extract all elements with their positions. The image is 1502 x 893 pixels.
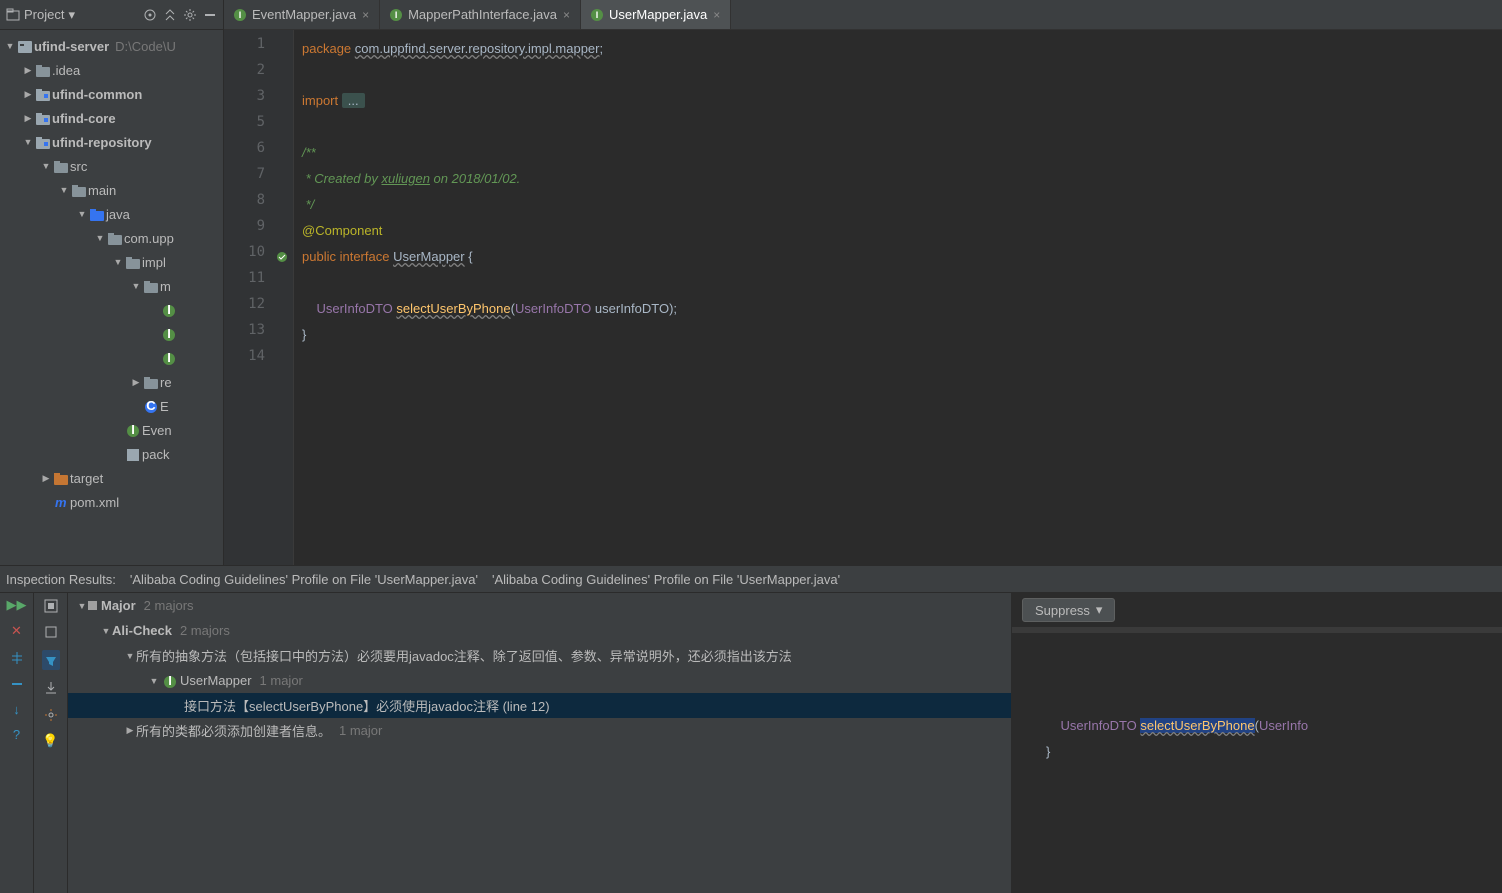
project-tree[interactable]: ▼ ufind-server D:\Code\U ▶.idea▶ufind-co… [0,30,223,565]
implement-icon[interactable] [275,248,289,262]
project-header[interactable]: Project ▾ [0,0,223,30]
inspection-tab-2[interactable]: 'Alibaba Coding Guidelines' Profile on F… [492,572,840,587]
hide-icon[interactable] [203,8,217,22]
tree-item[interactable]: ▼main [0,178,223,202]
tree-item[interactable]: ▶.idea [0,58,223,82]
project-label: Project [24,7,64,22]
inspection-title: Inspection Results: [6,572,116,587]
tree-item[interactable]: ▶ufind-common [0,82,223,106]
locate-icon[interactable] [143,8,157,22]
tree-item[interactable]: ▶re [0,370,223,394]
inspection-tree[interactable]: ▼ Major 2 majors ▼ Ali-Check 2 majors ▼ … [68,593,1012,893]
tree-item[interactable]: ▼ufind-repository [0,130,223,154]
export-icon[interactable] [43,680,59,697]
project-sidebar: Project ▾ ▼ ufind-server D:\Code\U ▶.ide… [0,0,224,565]
insp-rule-1[interactable]: ▼ 所有的抽象方法（包括接口中的方法）必须要用javadoc注释、除了返回值、参… [68,643,1011,668]
editor-tabs: IEventMapper.java×IMapperPathInterface.j… [224,0,1502,30]
tree-item[interactable]: mpom.xml [0,490,223,514]
inspection-preview: Suppress▾ UserInfoDTO selectUserByPhone(… [1012,593,1502,893]
gutter: 123567891011121314 [224,30,294,565]
tree-item[interactable]: I [0,322,223,346]
help-icon[interactable]: ? [13,727,20,742]
svg-text:I: I [167,305,171,317]
insp-major[interactable]: ▼ Major 2 majors [68,593,1011,618]
tree-item[interactable]: ▶target [0,466,223,490]
preview-code[interactable]: UserInfoDTO selectUserByPhone(UserInfo } [1012,633,1502,893]
expand-icon[interactable] [9,649,25,666]
insp-rule-2[interactable]: ▶ 所有的类都必须添加创建者信息。 1 major [68,718,1011,743]
tree-item[interactable]: ▼src [0,154,223,178]
inspection-actions-left: ▶▶ ✕ ↓ ? [0,593,34,893]
svg-text:I: I [167,353,171,365]
autoscroll-icon[interactable] [43,624,59,641]
editor-tab[interactable]: IEventMapper.java× [224,0,380,29]
svg-text:I: I [131,425,135,437]
inspection-actions-right: 💡 [34,593,68,893]
inspection-tab-1[interactable]: 'Alibaba Coding Guidelines' Profile on F… [130,572,478,587]
collapse-all-icon[interactable] [9,676,25,693]
tree-root-name: ufind-server [34,39,109,54]
suppress-button[interactable]: Suppress▾ [1022,598,1115,622]
insp-alicheck[interactable]: ▼ Ali-Check 2 majors [68,618,1011,643]
close-icon[interactable]: × [713,8,720,22]
close-icon[interactable]: × [563,8,570,22]
edit-settings-icon[interactable] [43,706,59,723]
close-icon[interactable]: × [362,8,369,22]
gear-icon[interactable] [183,8,197,22]
tree-item[interactable]: ▼impl [0,250,223,274]
editor-tab[interactable]: IUserMapper.java× [581,0,731,29]
tree-root[interactable]: ▼ ufind-server D:\Code\U [0,34,223,58]
interface-icon: I [234,9,246,21]
editor-tab[interactable]: IMapperPathInterface.java× [380,0,581,29]
tree-item[interactable]: ▶ufind-core [0,106,223,130]
interface-icon: I [390,9,402,21]
chevron-down-icon[interactable]: ▾ [68,7,75,23]
inspection-header: Inspection Results: 'Alibaba Coding Guid… [0,565,1502,593]
svg-text:I: I [167,329,171,341]
insp-file[interactable]: ▼ I UserMapper 1 major [68,668,1011,693]
code[interactable]: package com.uppfind.server.repository.im… [294,30,1502,565]
tree-root-path: D:\Code\U [115,39,176,54]
chevron-down-icon: ▾ [1096,602,1103,618]
tree-item[interactable]: ▼com.upp [0,226,223,250]
svg-text:m: m [55,497,67,509]
project-icon [6,8,20,22]
next-icon[interactable]: ↓ [13,702,20,717]
tree-item[interactable]: ▼m [0,274,223,298]
interface-icon: I [591,9,603,21]
svg-text:C: C [146,401,156,413]
tree-item[interactable]: I [0,298,223,322]
tree-item[interactable]: pack [0,442,223,466]
rerun-icon[interactable]: ▶▶ [7,597,27,613]
tree-item[interactable]: IEven [0,418,223,442]
code-area[interactable]: 123567891011121314 package com.uppfind.s… [224,30,1502,565]
filter-icon[interactable] [42,650,60,670]
group-icon[interactable] [43,597,59,614]
editor-area: IEventMapper.java×IMapperPathInterface.j… [224,0,1502,565]
tree-item[interactable]: CE [0,394,223,418]
bulb-icon[interactable]: 💡 [42,733,58,749]
collapse-icon[interactable] [163,8,177,22]
svg-text:I: I [168,676,172,688]
inspection-panel: ▶▶ ✕ ↓ ? 💡 ▼ Major 2 majors ▼ Ali-Check [0,593,1502,893]
close-icon[interactable]: ✕ [11,623,22,639]
insp-issue[interactable]: 接口方法【selectUserByPhone】必须使用javadoc注释 (li… [68,693,1011,718]
tree-item[interactable]: I [0,346,223,370]
tree-item[interactable]: ▼java [0,202,223,226]
